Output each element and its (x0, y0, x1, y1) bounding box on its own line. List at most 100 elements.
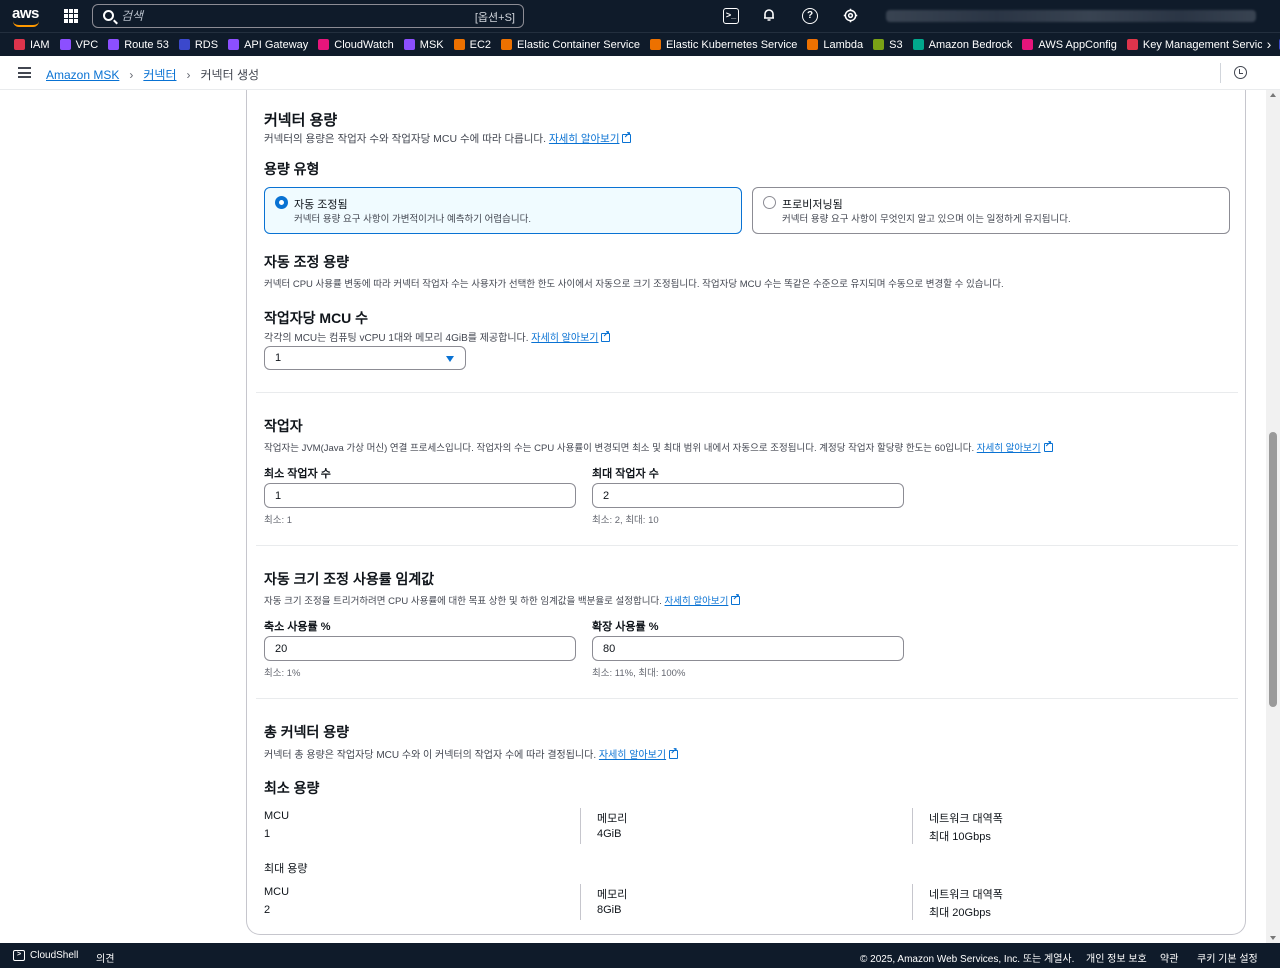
threshold-title: 자동 크기 조정 사용률 임계값 (264, 571, 435, 587)
cloudshell-icon[interactable]: > (13, 950, 25, 961)
max-workers-input[interactable] (592, 483, 904, 508)
chevron-right-icon: › (186, 67, 191, 82)
min-mcu-value: 1 (264, 828, 271, 840)
copyright: © 2025, Amazon Web Services, Inc. 또는 계열사… (860, 954, 1075, 965)
workers-title: 작업자 (264, 418, 303, 434)
cookie-preferences-link[interactable]: 쿠키 기본 설정 (1197, 950, 1258, 965)
mcu-description: 각각의 MCU는 컴퓨팅 vCPU 1대와 메모리 4GiB를 제공합니다. 자… (264, 329, 611, 344)
search-input[interactable] (121, 8, 451, 24)
favorite-label: CloudWatch (334, 38, 394, 51)
max-workers-hint: 최소: 2, 최대: 10 (592, 515, 659, 526)
breadcrumb-msk[interactable]: Amazon MSK (46, 68, 119, 82)
learn-more-link[interactable]: 자세히 알아보기 (599, 750, 666, 761)
favorite-amazon-bedrock[interactable]: Amazon Bedrock (912, 38, 1013, 51)
learn-more-link[interactable]: 자세히 알아보기 (549, 133, 620, 145)
account-menu[interactable] (886, 10, 1256, 22)
breadcrumb-bar: Amazon MSK › 커넥터 › 커넥터 생성 (0, 56, 1280, 90)
favorite-elastic-container-service[interactable]: Elastic Container Service (501, 39, 640, 51)
workers-desc-text: 작업자는 JVM(Java 가상 머신) 연결 프로세스입니다. 작업자의 수는… (264, 443, 975, 454)
autoscale-title: 자동 조정 용량 (264, 254, 350, 270)
top-navigation: aws [옵션+S] >_ ? (0, 0, 1280, 32)
favorite-lambda[interactable]: Lambda (807, 39, 863, 51)
favorite-elastic-kubernetes-service[interactable]: Elastic Kubernetes Service (649, 39, 797, 51)
feedback-link[interactable]: 의견 (96, 950, 114, 965)
recent-history-icon[interactable] (1234, 66, 1247, 79)
favorite-route-53[interactable]: Route 53 (108, 39, 169, 51)
mcu-select[interactable]: 1 (264, 346, 466, 370)
favorite-rds[interactable]: RDS (178, 39, 218, 51)
search-icon (103, 10, 114, 21)
radio-unselected[interactable] (763, 196, 776, 209)
help-icon[interactable]: ? (802, 8, 818, 24)
favorite-label: Lambda (823, 38, 864, 51)
scale-out-hint: 최소: 11%, 최대: 100% (592, 668, 686, 679)
chevron-right-icon: › (129, 67, 134, 82)
favorite-ec2[interactable]: EC2 (453, 39, 491, 51)
favorite-iam[interactable]: IAM (14, 39, 50, 51)
scroll-up-icon[interactable] (1270, 93, 1276, 97)
favorite-label: Amazon Bedrock (928, 38, 1013, 51)
vertical-scrollbar[interactable] (1266, 90, 1280, 943)
radio-selected[interactable] (275, 196, 288, 209)
settings-icon[interactable] (842, 8, 858, 24)
scale-in-input[interactable] (264, 636, 576, 661)
capacity-desc-text: 커넥터의 용량은 작업자 수와 작업자당 MCU 수에 따라 다릅니다. (264, 133, 547, 145)
scroll-down-icon[interactable] (1270, 936, 1276, 940)
option-title: 프로비저닝됨 (782, 199, 843, 211)
aws-logo-text: aws (12, 5, 39, 22)
service-icon (14, 39, 25, 50)
mcu-select-value: 1 (275, 352, 282, 364)
aws-logo[interactable]: aws (12, 5, 42, 27)
min-workers-label: 최소 작업자 수 (264, 468, 331, 480)
max-capacity-title: 최대 용량 (264, 863, 308, 875)
learn-more-link[interactable]: 자세히 알아보기 (977, 443, 1041, 454)
bell-icon[interactable] (761, 8, 777, 24)
favorite-aws-appconfig[interactable]: AWS AppConfig (1022, 39, 1117, 51)
capacity-option-autoscaled[interactable]: 자동 조정됨 커넥터 용량 요구 사항이 가변적이거나 예측하기 어렵습니다. (264, 187, 742, 234)
capacity-option-provisioned[interactable]: 프로비저닝됨 커넥터 용량 요구 사항이 무엇인지 알고 있으며 이는 일정하게… (752, 187, 1230, 234)
scrollbar-thumb[interactable] (1269, 432, 1277, 707)
learn-more-link[interactable]: 자세히 알아보기 (531, 333, 598, 344)
favorite-msk[interactable]: MSK (403, 39, 444, 51)
external-link-icon (731, 592, 741, 605)
cloudshell-link[interactable]: CloudShell (30, 950, 78, 961)
favorite-s3[interactable]: S3 (873, 39, 903, 51)
min-workers-input[interactable] (264, 483, 576, 508)
breadcrumb-connectors[interactable]: 커넥터 (143, 66, 176, 83)
chevron-right-icon[interactable]: › (1262, 37, 1276, 51)
option-title: 자동 조정됨 (294, 199, 348, 211)
connector-capacity-panel: 커넥터 용량 커넥터의 용량은 작업자 수와 작업자당 MCU 수에 따라 다릅… (246, 90, 1246, 935)
service-icon (807, 39, 819, 50)
favorite-label: Elastic Container Service (517, 38, 640, 51)
min-capacity-title: 최소 용량 (264, 780, 320, 796)
menu-icon[interactable] (18, 67, 31, 78)
scale-out-label: 확장 사용률 % (592, 621, 659, 633)
service-icon (453, 39, 465, 50)
footer: > CloudShell 의견 © 2025, Amazon Web Servi… (0, 943, 1280, 968)
scale-out-input[interactable] (592, 636, 904, 661)
caret-down-icon (446, 356, 454, 362)
capacity-title: 커넥터 용량 (264, 112, 338, 129)
privacy-link[interactable]: 개인 정보 보호 (1086, 950, 1147, 965)
mcu-desc-text: 각각의 MCU는 컴퓨팅 vCPU 1대와 메모리 4GiB를 제공합니다. (264, 333, 529, 344)
services-grid-icon[interactable] (64, 9, 78, 23)
favorite-api-gateway[interactable]: API Gateway (228, 39, 308, 51)
max-workers-label: 최대 작업자 수 (592, 468, 659, 480)
cloudshell-icon[interactable]: >_ (723, 8, 739, 24)
terms-link[interactable]: 약관 (1160, 950, 1178, 965)
learn-more-link[interactable]: 자세히 알아보기 (665, 596, 729, 607)
favorite-key-management-service[interactable]: Key Management Service (1126, 39, 1269, 51)
service-icon (108, 39, 120, 50)
max-network-label: 네트워크 대역폭 (929, 889, 1003, 901)
external-link-icon (669, 746, 679, 759)
search-shortcut: [옵션+S] (474, 12, 515, 24)
threshold-description: 자동 크기 조정을 트리거하려면 CPU 사용률에 대한 목표 상한 및 하한 … (264, 592, 741, 607)
favorite-label: API Gateway (244, 38, 309, 51)
max-memory-value: 8GiB (597, 904, 622, 916)
search-box[interactable]: [옵션+S] (92, 4, 524, 28)
service-icon (501, 39, 513, 50)
min-memory-label: 메모리 (597, 813, 628, 825)
favorite-vpc[interactable]: VPC (59, 39, 98, 51)
service-icon (912, 39, 924, 50)
favorite-cloudwatch[interactable]: CloudWatch (318, 39, 394, 51)
